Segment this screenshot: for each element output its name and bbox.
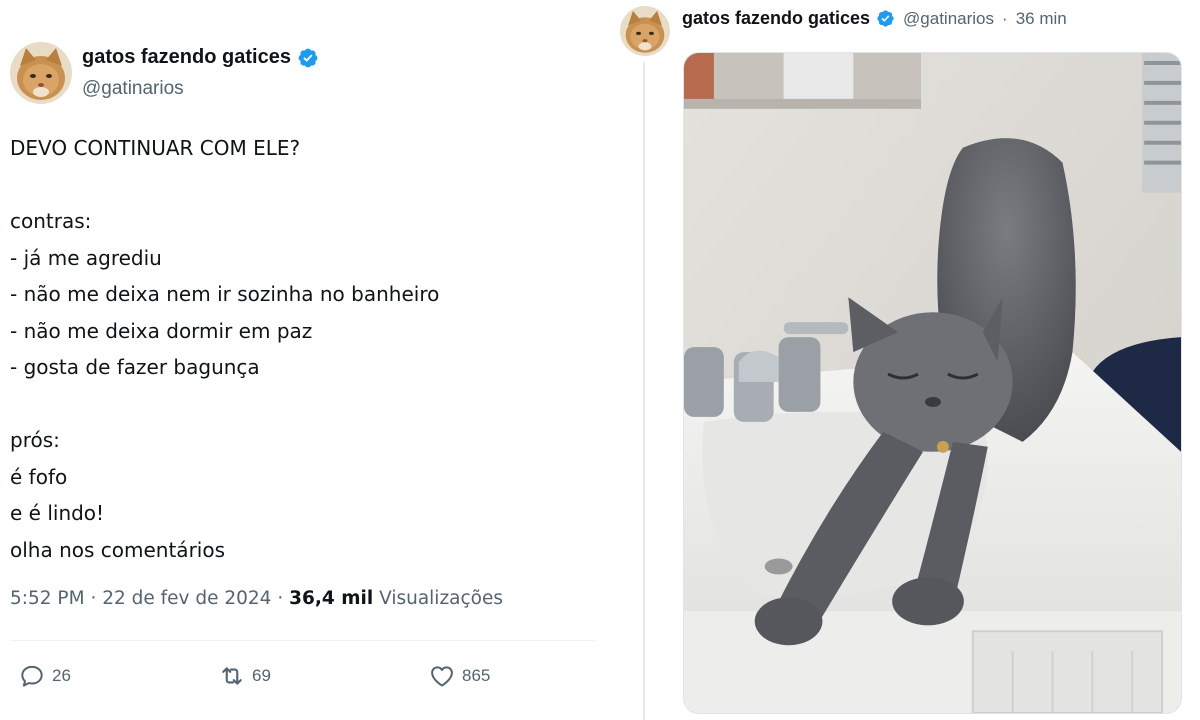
retweet-count: 69 xyxy=(252,666,271,685)
author-name-row: gatos fazendo gatices xyxy=(82,46,319,69)
views-label[interactable]: Visualizações xyxy=(379,588,503,609)
cat-avatar-image xyxy=(620,6,670,56)
avatar[interactable] xyxy=(620,6,670,56)
tweet-photo[interactable] xyxy=(683,52,1182,714)
avatar[interactable] xyxy=(10,42,72,104)
views-count: 36,4 mil xyxy=(289,588,374,609)
like-count: 865 xyxy=(462,666,491,685)
cat-avatar-image xyxy=(10,42,72,104)
tweet-line: prós: xyxy=(10,428,60,452)
tweet-date[interactable]: 22 de fev de 2024 xyxy=(102,588,271,609)
tweet-line: - não me deixa nem ir sozinha no banheir… xyxy=(10,282,440,306)
tweet-line: DEVO CONTINUAR COM ELE? xyxy=(10,136,301,160)
display-name[interactable]: gatos fazendo gatices xyxy=(82,46,291,69)
tweet-meta: 5:52 PM · 22 de fev de 2024 · 36,4 mil V… xyxy=(10,588,503,609)
heart-icon xyxy=(431,666,453,687)
cat-photo-image xyxy=(684,53,1181,713)
retweet-icon xyxy=(222,667,242,685)
tweet-line: - não me deixa dormir em paz xyxy=(10,318,313,343)
meta-separator: · xyxy=(90,588,97,609)
display-name[interactable]: gatos fazendo gatices xyxy=(682,8,870,29)
tweet-line: - gosta de fazer bagunça xyxy=(10,355,260,379)
reply-count: 26 xyxy=(52,666,71,685)
meta-separator: · xyxy=(1002,8,1008,28)
author-handle[interactable]: @gatinarios xyxy=(82,78,184,100)
author-handle[interactable]: @gatinarios xyxy=(903,9,994,29)
meta-separator: · xyxy=(277,588,284,609)
retweet-button[interactable]: 69 xyxy=(218,662,428,690)
verified-badge-icon xyxy=(297,47,319,69)
reply-icon xyxy=(21,665,43,687)
reply-button[interactable]: 26 xyxy=(18,662,218,690)
reply-author-row: gatos fazendo gatices @gatinarios · 36 m… xyxy=(682,8,1067,29)
tweet-line: olha nos comentários xyxy=(10,537,225,562)
tweet-line: contras: xyxy=(10,209,92,233)
tweet-line: - já me agrediu xyxy=(10,245,162,270)
thread-line xyxy=(643,62,645,720)
tweet-line: é fofo xyxy=(10,464,68,489)
action-bar: 26 69 865 xyxy=(18,662,490,690)
tweet-line: e é lindo! xyxy=(10,501,105,525)
tweet-text: DEVO CONTINUAR COM ELE? contras: - já me… xyxy=(10,130,600,568)
tweet-time-ago[interactable]: 36 min xyxy=(1016,9,1067,29)
divider xyxy=(10,640,595,641)
tweet-line xyxy=(10,167,600,204)
tweet-line xyxy=(10,386,600,423)
main-tweet: gatos fazendo gatices @gatinarios DEVO C… xyxy=(0,0,605,720)
tweet-time[interactable]: 5:52 PM xyxy=(10,588,85,609)
like-button[interactable]: 865 xyxy=(428,662,490,690)
verified-badge-icon xyxy=(876,9,895,28)
